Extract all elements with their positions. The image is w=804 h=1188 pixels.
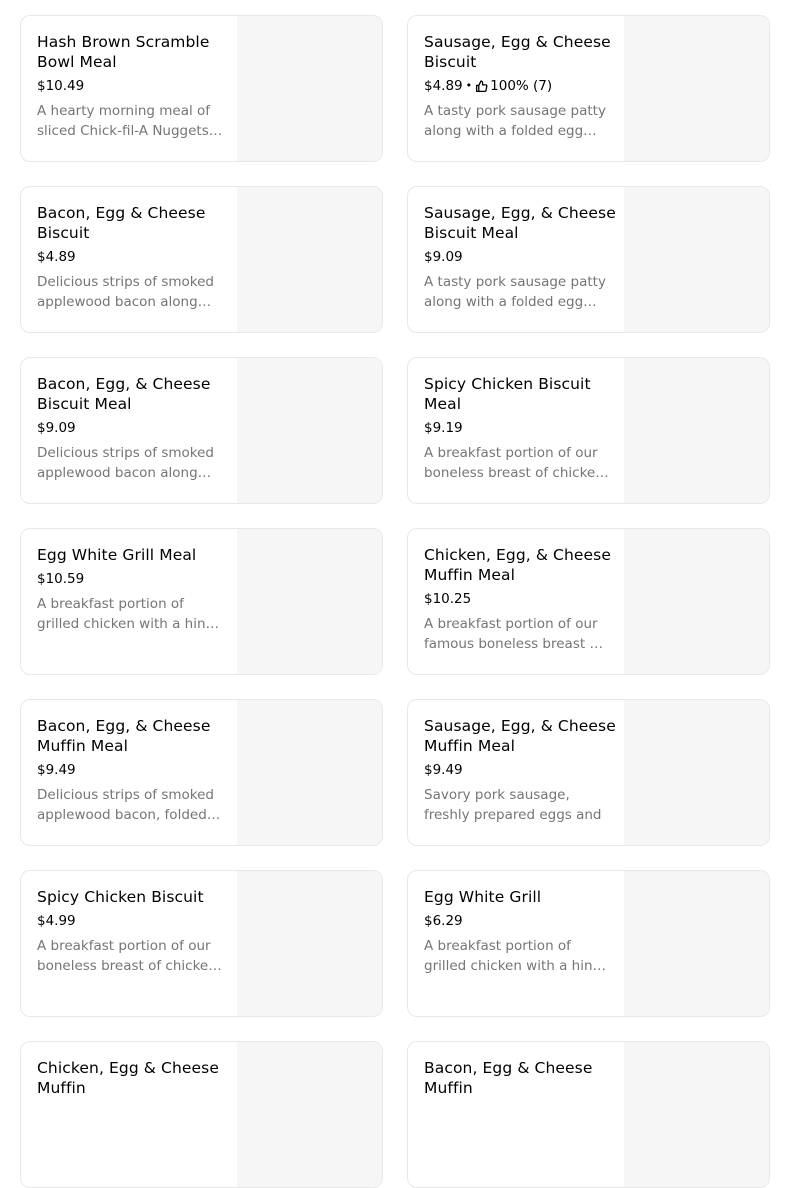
menu-item-image[interactable] [624,1042,769,1187]
menu-item-card[interactable]: Bacon, Egg & Cheese Muffin [407,1041,770,1188]
menu-item-description: Savory pork sausage, freshly prepared eg… [424,787,602,823]
menu-item-text: Sausage, Egg, & Cheese Muffin Meal $9.49… [408,700,624,845]
menu-item-image[interactable] [237,871,382,1016]
menu-item-image[interactable] [624,529,769,674]
menu-item-card[interactable]: Sausage, Egg & Cheese Biscuit $4.89 • 100… [407,15,770,162]
menu-item-card[interactable]: Sausage, Egg, & Cheese Muffin Meal $9.49… [407,699,770,846]
thumbs-up-icon [475,79,488,93]
menu-item-price: $9.49 [424,762,463,778]
menu-item-price: $6.29 [424,913,463,929]
menu-item-description: A hearty morning meal of sliced Chick-fi… [37,103,214,139]
menu-item-price: $4.89 [37,249,76,265]
menu-item-description: A tasty pork sausage patty along with a … [424,274,606,310]
menu-item-price: $10.25 [424,591,472,607]
menu-item-text: Sausage, Egg, & Cheese Biscuit Meal $9.0… [408,187,624,332]
menu-item-name: Bacon, Egg, & Cheese Muffin Meal [37,717,211,755]
menu-item-name: Sausage, Egg & Cheese Biscuit [424,33,611,71]
menu-item-price: $9.09 [37,420,76,436]
menu-item-text: Bacon, Egg & Cheese Muffin [408,1042,624,1187]
menu-item-text: Egg White Grill $6.29 A breakfast portio… [408,871,624,1016]
menu-item-meta: $4.89 • 100% (7) [424,77,624,95]
menu-item-description: A breakfast portion of grilled chicken w… [37,596,211,632]
menu-item-image[interactable] [237,358,382,503]
menu-item-card[interactable]: Hash Brown Scramble Bowl Meal $10.49 A h… [20,15,383,162]
menu-item-name: Sausage, Egg, & Cheese Muffin Meal [424,717,616,755]
menu-item-card[interactable]: Bacon, Egg, & Cheese Biscuit Meal $9.09 … [20,357,383,504]
menu-item-image[interactable] [237,187,382,332]
menu-item-text: Egg White Grill Meal $10.59 A breakfast … [21,529,237,674]
menu-item-meta: $10.25 [424,590,624,608]
menu-item-image[interactable] [237,529,382,674]
menu-item-name: Sausage, Egg, & Cheese Biscuit Meal [424,204,616,242]
menu-item-description: Delicious strips of smoked applewood bac… [37,274,214,310]
menu-item-card[interactable]: Egg White Grill $6.29 A breakfast portio… [407,870,770,1017]
menu-item-grid: Hash Brown Scramble Bowl Meal $10.49 A h… [20,15,770,1188]
menu-item-name: Chicken, Egg & Cheese Muffin [37,1059,219,1097]
menu-item-image[interactable] [237,700,382,845]
menu-item-name: Chicken, Egg, & Cheese Muffin Meal [424,546,611,584]
menu-item-meta: $10.49 [37,77,237,95]
menu-item-price: $4.99 [37,913,76,929]
menu-item-price: $9.09 [424,249,463,265]
menu-item-card[interactable]: Bacon, Egg, & Cheese Muffin Meal $9.49 D… [20,699,383,846]
menu-item-text: Bacon, Egg, & Cheese Muffin Meal $9.49 D… [21,700,237,845]
menu-item-price: $4.89 [424,78,463,94]
menu-item-rating: 100% (7) [490,78,553,94]
menu-item-image[interactable] [624,358,769,503]
menu-item-meta: $9.49 [37,761,237,779]
menu-item-image[interactable] [237,16,382,161]
menu-item-card[interactable]: Chicken, Egg, & Cheese Muffin Meal $10.2… [407,528,770,675]
menu-item-text: Bacon, Egg & Cheese Biscuit $4.89 Delici… [21,187,237,332]
menu-item-meta: $4.89 [37,248,237,266]
menu-item-description: A breakfast portion of our boneless brea… [424,445,609,481]
menu-item-name: Bacon, Egg & Cheese Muffin [424,1059,593,1097]
menu-item-name: Spicy Chicken Biscuit [37,888,204,906]
menu-item-name: Egg White Grill Meal [37,546,197,564]
menu-item-text: Spicy Chicken Biscuit Meal $9.19 A break… [408,358,624,503]
menu-item-image[interactable] [624,871,769,1016]
menu-item-text: Spicy Chicken Biscuit $4.99 A breakfast … [21,871,237,1016]
menu-item-meta: $9.09 [424,248,624,266]
menu-item-image[interactable] [624,16,769,161]
menu-item-meta: $9.09 [37,419,237,437]
separator-dot: • [465,79,473,92]
menu-item-card[interactable]: Spicy Chicken Biscuit $4.99 A breakfast … [20,870,383,1017]
menu-item-description: A breakfast portion of grilled chicken w… [424,938,598,974]
menu-item-text: Hash Brown Scramble Bowl Meal $10.49 A h… [21,16,237,161]
menu-item-card[interactable]: Sausage, Egg, & Cheese Biscuit Meal $9.0… [407,186,770,333]
menu-item-text: Chicken, Egg & Cheese Muffin [21,1042,237,1187]
menu-item-meta: $9.49 [424,761,624,779]
menu-item-meta: $10.59 [37,570,237,588]
menu-item-price: $9.49 [37,762,76,778]
menu-item-meta: $6.29 [424,912,624,930]
menu-item-name: Bacon, Egg & Cheese Biscuit [37,204,206,242]
menu-item-card[interactable]: Egg White Grill Meal $10.59 A breakfast … [20,528,383,675]
menu-item-name: Egg White Grill [424,888,542,906]
menu-item-name: Bacon, Egg, & Cheese Biscuit Meal [37,375,211,413]
menu-item-meta: $4.99 [37,912,237,930]
menu-item-card[interactable]: Bacon, Egg & Cheese Biscuit $4.89 Delici… [20,186,383,333]
menu-item-description: A tasty pork sausage patty along with a … [424,103,606,139]
menu-item-description: A breakfast portion of our boneless brea… [37,938,222,974]
menu-item-price: $9.19 [424,420,463,436]
menu-item-card[interactable]: Chicken, Egg & Cheese Muffin [20,1041,383,1188]
menu-item-price: $10.49 [37,78,85,94]
menu-item-image[interactable] [237,1042,382,1187]
menu-item-text: Chicken, Egg, & Cheese Muffin Meal $10.2… [408,529,624,674]
menu-item-image[interactable] [624,187,769,332]
menu-item-meta: $9.19 [424,419,624,437]
menu-item-name: Spicy Chicken Biscuit Meal [424,375,591,413]
menu-item-card[interactable]: Spicy Chicken Biscuit Meal $9.19 A break… [407,357,770,504]
menu-item-price: $10.59 [37,571,85,587]
menu-item-text: Sausage, Egg & Cheese Biscuit $4.89 • 100… [408,16,624,161]
menu-item-name: Hash Brown Scramble Bowl Meal [37,33,210,71]
menu-item-description: A breakfast portion of our famous bonele… [424,616,603,652]
menu-item-text: Bacon, Egg, & Cheese Biscuit Meal $9.09 … [21,358,237,503]
menu-item-description: Delicious strips of smoked applewood bac… [37,787,214,823]
menu-item-image[interactable] [624,700,769,845]
menu-item-description: Delicious strips of smoked applewood bac… [37,445,214,481]
